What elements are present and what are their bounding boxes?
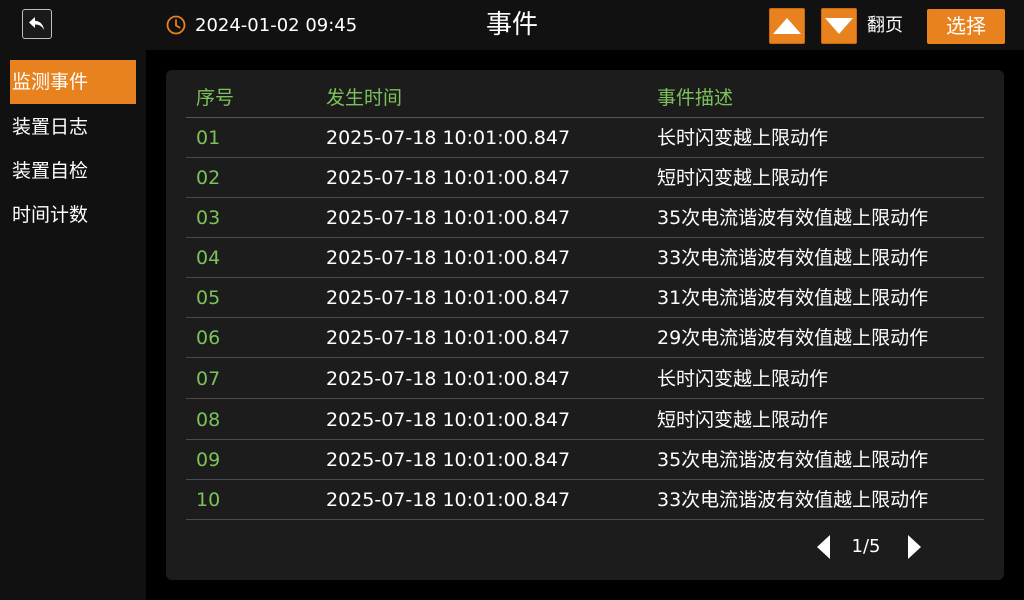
row-divider — [186, 398, 984, 399]
row-divider — [186, 519, 984, 520]
arrow-down-icon — [825, 18, 853, 34]
back-arrow-icon — [29, 17, 44, 30]
row-divider — [186, 357, 984, 358]
select-button[interactable]: 选择 — [927, 9, 1005, 44]
back-button[interactable] — [22, 9, 52, 39]
row-time: 2025-07-18 10:01:00.847 — [326, 287, 571, 309]
datetime-display: 2024-01-02 09:45 — [195, 15, 358, 36]
row-description: 长时闪变越上限动作 — [657, 127, 829, 149]
table-row[interactable]: 05 2025-07-18 10:01:00.847 31次电流谐波有效值越上限… — [166, 278, 1004, 318]
table-row[interactable]: 07 2025-07-18 10:01:00.847 长时闪变越上限动作 — [166, 359, 1004, 399]
row-time: 2025-07-18 10:01:00.847 — [326, 489, 571, 511]
row-description: 29次电流谐波有效值越上限动作 — [657, 327, 929, 349]
table-row[interactable]: 02 2025-07-18 10:01:00.847 短时闪变越上限动作 — [166, 158, 1004, 198]
row-no: 10 — [196, 489, 221, 511]
event-table-panel: 序号 发生时间 事件描述 01 2025-07-18 10:01:00.847 … — [166, 70, 1004, 580]
row-time: 2025-07-18 10:01:00.847 — [326, 167, 571, 189]
row-time: 2025-07-18 10:01:00.847 — [326, 207, 571, 229]
row-no: 09 — [196, 449, 221, 471]
row-no: 06 — [196, 327, 221, 349]
row-no: 08 — [196, 409, 221, 431]
next-page-icon[interactable] — [904, 534, 924, 560]
row-no: 07 — [196, 368, 221, 390]
sidebar-item-monitor-events[interactable]: 监测事件 — [10, 60, 136, 104]
row-no: 01 — [196, 127, 221, 149]
page-down-button[interactable] — [821, 8, 857, 44]
page-up-button[interactable] — [769, 8, 805, 44]
table-row[interactable]: 09 2025-07-18 10:01:00.847 35次电流谐波有效值越上限… — [166, 440, 1004, 480]
row-no: 03 — [196, 207, 221, 229]
row-no: 05 — [196, 287, 221, 309]
table-row[interactable]: 06 2025-07-18 10:01:00.847 29次电流谐波有效值越上限… — [166, 318, 1004, 358]
clock-icon — [166, 15, 186, 35]
row-time: 2025-07-18 10:01:00.847 — [326, 368, 571, 390]
page-turn-label: 翻页 — [867, 15, 903, 36]
row-description: 短时闪变越上限动作 — [657, 167, 829, 189]
page-title: 事件 — [485, 10, 538, 40]
row-time: 2025-07-18 10:01:00.847 — [326, 127, 571, 149]
sidebar-item-device-self-check[interactable]: 装置自检 — [10, 149, 136, 193]
sidebar: 监测事件 装置日志 装置自检 时间计数 — [0, 50, 146, 600]
table-row[interactable]: 04 2025-07-18 10:01:00.847 33次电流谐波有效值越上限… — [166, 238, 1004, 278]
row-description: 短时闪变越上限动作 — [657, 409, 829, 431]
row-time: 2025-07-18 10:01:00.847 — [326, 409, 571, 431]
top-bar: 2024-01-02 09:45 事件 翻页 选择 — [0, 0, 1024, 50]
table-row[interactable]: 01 2025-07-18 10:01:00.847 长时闪变越上限动作 — [166, 118, 1004, 158]
row-time: 2025-07-18 10:01:00.847 — [326, 327, 571, 349]
table-row[interactable]: 08 2025-07-18 10:01:00.847 短时闪变越上限动作 — [166, 400, 1004, 440]
row-description: 33次电流谐波有效值越上限动作 — [657, 247, 929, 269]
sidebar-item-device-log[interactable]: 装置日志 — [10, 105, 136, 149]
table-row[interactable]: 03 2025-07-18 10:01:00.847 35次电流谐波有效值越上限… — [166, 198, 1004, 238]
table-row[interactable]: 10 2025-07-18 10:01:00.847 33次电流谐波有效值越上限… — [166, 480, 1004, 520]
row-time: 2025-07-18 10:01:00.847 — [326, 449, 571, 471]
row-description: 35次电流谐波有效值越上限动作 — [657, 207, 929, 229]
sidebar-item-time-count[interactable]: 时间计数 — [10, 193, 136, 237]
row-no: 04 — [196, 247, 221, 269]
row-time: 2025-07-18 10:01:00.847 — [326, 247, 571, 269]
page-indicator: 1/5 — [851, 536, 881, 557]
row-description: 长时闪变越上限动作 — [657, 368, 829, 390]
row-description: 31次电流谐波有效值越上限动作 — [657, 287, 929, 309]
row-description: 33次电流谐波有效值越上限动作 — [657, 489, 929, 511]
arrow-up-icon — [773, 18, 801, 34]
row-no: 02 — [196, 167, 221, 189]
prev-page-icon[interactable] — [814, 534, 834, 560]
table-header: 序号 发生时间 事件描述 — [166, 70, 1004, 118]
row-description: 35次电流谐波有效值越上限动作 — [657, 449, 929, 471]
